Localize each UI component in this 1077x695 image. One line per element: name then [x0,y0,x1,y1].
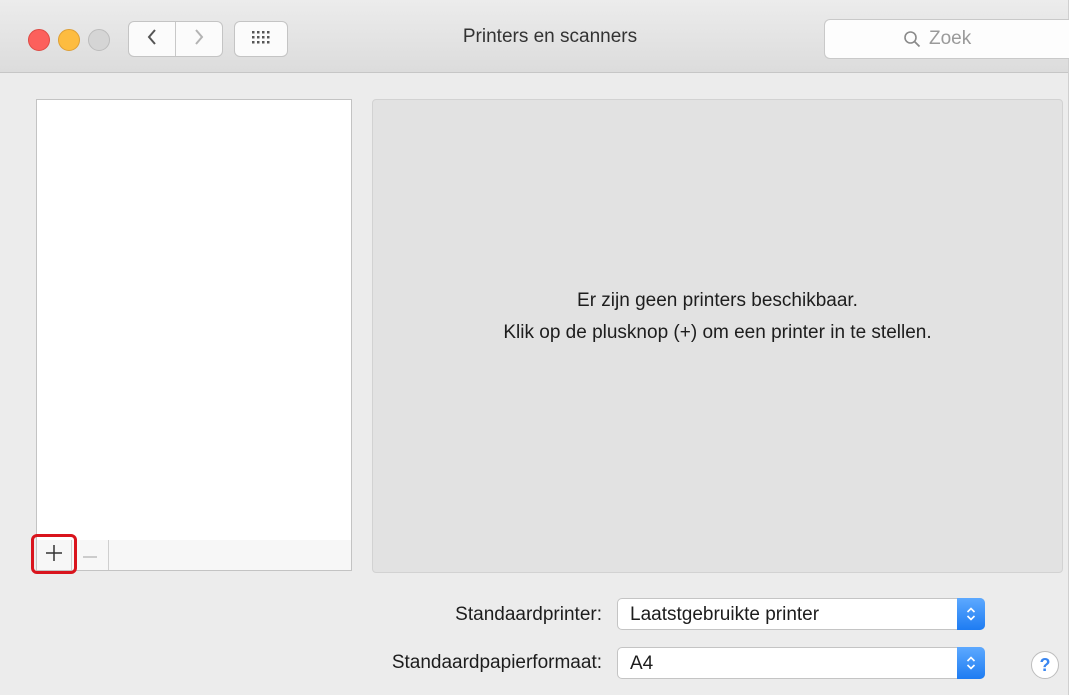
message-line-2: Klik op de plusknop (+) om een printer i… [503,322,932,343]
search-field[interactable]: Zoek [824,19,1069,59]
grid-icon [251,30,271,49]
back-button[interactable] [129,22,175,56]
popup-arrows-icon [957,647,985,679]
default-paper-value: A4 [630,653,654,674]
search-icon [903,30,921,48]
help-button[interactable]: ? [1031,651,1059,679]
add-button-highlight [31,534,77,574]
message-line-1: Er zijn geen printers beschikbaar. [577,290,858,311]
show-all-button[interactable] [234,21,288,57]
chevron-left-icon [146,28,158,51]
no-printers-message: Er zijn geen printers beschikbaar. Klik … [373,285,1062,349]
zoom-window-button[interactable] [88,29,110,51]
default-printer-popup[interactable]: Laatstgebruikte printer [617,598,985,630]
printer-detail-panel: Er zijn geen printers beschikbaar. Klik … [372,99,1063,573]
default-printer-label: Standaardprinter: [455,604,602,625]
chevron-right-icon [193,28,205,51]
forward-button[interactable] [175,22,222,56]
printer-list-toolbar [36,540,352,571]
close-window-button[interactable] [28,29,50,51]
printer-list[interactable] [36,99,352,541]
remove-printer-button[interactable] [72,540,109,570]
title-bar: Printers en scanners Zoek [0,0,1069,73]
popup-arrows-icon [957,598,985,630]
window-title: Printers en scanners [462,26,638,47]
default-paper-popup[interactable]: A4 [617,647,985,679]
minus-icon [82,546,98,564]
navigation-buttons [128,21,223,57]
preferences-window: Printers en scanners Zoek Er zijn geen p… [0,0,1069,695]
default-printer-value: Laatstgebruikte printer [630,604,820,625]
default-paper-label: Standaardpapierformaat: [391,652,602,673]
search-placeholder: Zoek [929,28,972,49]
minimize-window-button[interactable] [58,29,80,51]
